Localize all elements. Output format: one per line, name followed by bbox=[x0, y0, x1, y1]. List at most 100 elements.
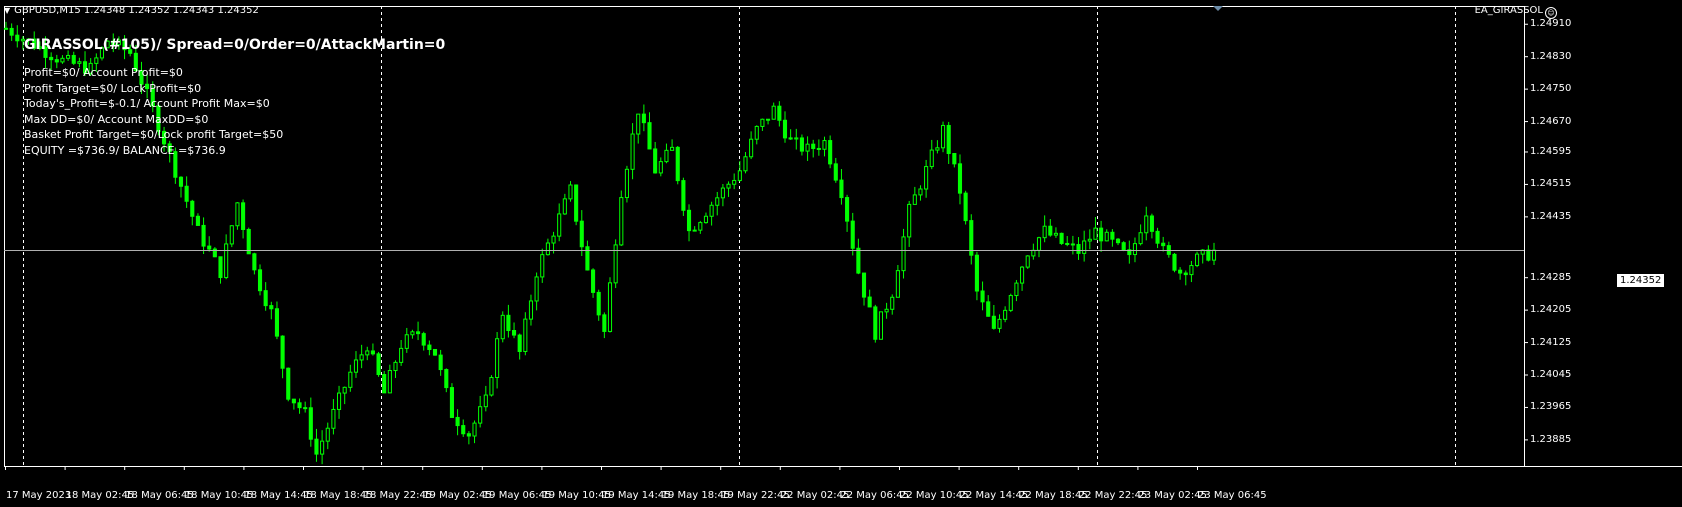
candle-body bbox=[822, 140, 827, 150]
candle-body bbox=[1031, 249, 1036, 257]
candle-body bbox=[924, 166, 929, 190]
time-axis-label: 18 May 14:45 bbox=[244, 490, 313, 501]
dropdown-triangle-icon[interactable]: ▼ bbox=[4, 6, 10, 15]
candle-body bbox=[9, 27, 14, 36]
expert-advisor-label[interactable]: EA_GIRASSOL ☺ bbox=[1475, 5, 1557, 19]
candle-body bbox=[449, 387, 454, 418]
time-axis-label: 17 May 2023 bbox=[6, 490, 72, 501]
candle-body bbox=[636, 113, 641, 135]
candle-body bbox=[878, 311, 884, 340]
candle-body bbox=[1014, 282, 1019, 297]
time-axis-label: 22 May 06:45 bbox=[840, 490, 909, 501]
candle-body bbox=[472, 422, 477, 437]
candle-body bbox=[320, 440, 325, 455]
symbol-header: ▼ GBPUSD,M15 1.24348 1.24352 1.24343 1.24… bbox=[4, 5, 259, 16]
candle-body bbox=[291, 398, 296, 404]
candle-body bbox=[1076, 244, 1081, 254]
candle-body bbox=[737, 170, 742, 181]
candle-body bbox=[1211, 249, 1217, 261]
candle-body bbox=[235, 202, 240, 227]
info-panel: Profit=$0/ Account Profit=$0 Profit Targ… bbox=[24, 65, 283, 158]
price-axis-label: 1.23885 bbox=[1530, 433, 1572, 445]
current-price-label: 1.24352 bbox=[1617, 274, 1665, 287]
candle-body bbox=[54, 59, 59, 63]
candle-body bbox=[602, 314, 607, 332]
candle-body bbox=[1144, 215, 1149, 234]
candle-body bbox=[207, 245, 212, 250]
price-axis-label: 1.24125 bbox=[1530, 336, 1572, 348]
candle-body bbox=[511, 330, 517, 336]
candle-body bbox=[1070, 243, 1075, 246]
candle-body bbox=[788, 137, 793, 140]
candle-body bbox=[77, 61, 82, 64]
info-line-todays-profit: Today's_Profit=$-0.1/ Account Profit Max… bbox=[24, 97, 270, 110]
candle-body bbox=[624, 168, 629, 199]
time-axis-label: 18 May 02:45 bbox=[65, 490, 135, 501]
candle-body bbox=[997, 318, 1002, 329]
candle-body bbox=[766, 118, 771, 121]
candle-body bbox=[912, 194, 917, 205]
price-axis-label: 1.24595 bbox=[1530, 145, 1572, 157]
candle-body bbox=[545, 242, 550, 256]
candle-body bbox=[1206, 249, 1211, 261]
candle-body bbox=[856, 247, 861, 274]
candle-body bbox=[1115, 238, 1121, 244]
candle-body bbox=[49, 56, 54, 61]
candle-body bbox=[591, 269, 596, 293]
time-axis-label: 19 May 06:45 bbox=[482, 490, 552, 501]
candle-body bbox=[523, 318, 528, 352]
candle-body bbox=[952, 153, 957, 165]
candle-body bbox=[709, 204, 714, 217]
candle-body bbox=[1093, 227, 1098, 240]
info-line-equity: EQUITY =$736.9/ BALANCE =$736.9 bbox=[24, 143, 226, 157]
candle-body bbox=[528, 300, 534, 320]
candle-body bbox=[884, 308, 889, 313]
time-axis-label: 19 May 22:45 bbox=[721, 490, 790, 501]
candle-body bbox=[1008, 295, 1013, 311]
candle-body bbox=[1161, 242, 1166, 247]
candle-body bbox=[771, 105, 776, 120]
candle-body bbox=[1003, 309, 1008, 320]
candle-body bbox=[1121, 242, 1126, 251]
candle-body bbox=[901, 236, 906, 272]
candle-body bbox=[980, 290, 985, 303]
time-axis-label: 22 May 02:45 bbox=[780, 490, 850, 501]
time-axis-label: 18 May 06:45 bbox=[125, 490, 194, 501]
candle-body bbox=[71, 54, 76, 64]
time-axis-label: 22 May 14:45 bbox=[959, 490, 1029, 501]
candle-body bbox=[382, 374, 387, 394]
candle-body bbox=[1036, 237, 1042, 251]
candle-body bbox=[1048, 225, 1053, 236]
candle-body bbox=[749, 138, 754, 158]
info-line-basket-target: Basket Profit Target=$0/Lock profit Targ… bbox=[24, 128, 284, 141]
chart-window[interactable]: ▼ GBPUSD,M15 1.24348 1.24352 1.24343 1.24… bbox=[0, 0, 1682, 507]
price-axis-label: 1.24750 bbox=[1530, 83, 1572, 95]
price-axis-label: 1.24670 bbox=[1530, 115, 1572, 127]
candle-body bbox=[664, 149, 669, 163]
candle-body bbox=[483, 394, 488, 408]
candle-body bbox=[1155, 230, 1160, 244]
price-axis-label: 1.24435 bbox=[1530, 210, 1572, 222]
candle-body bbox=[720, 187, 725, 199]
candle-body bbox=[1189, 265, 1194, 276]
candle-body bbox=[1053, 232, 1058, 236]
candle-body bbox=[438, 354, 443, 371]
candle-body bbox=[551, 235, 556, 244]
candle-body bbox=[1042, 225, 1047, 239]
candle-body bbox=[794, 137, 799, 140]
time-axis-label: 18 May 18:45 bbox=[304, 490, 373, 501]
candle-body bbox=[421, 333, 426, 346]
candle-body bbox=[399, 347, 404, 363]
price-axis-label: 1.24830 bbox=[1530, 50, 1572, 62]
candle-body bbox=[495, 338, 500, 379]
candle-body bbox=[353, 359, 359, 373]
candle-body bbox=[929, 149, 934, 168]
time-axis-label: 19 May 18:45 bbox=[661, 490, 731, 501]
info-line-profit: Profit=$0/ Account Profit=$0 bbox=[24, 66, 183, 79]
candle-body bbox=[455, 416, 460, 427]
candle-body bbox=[935, 147, 940, 151]
candle-body bbox=[596, 291, 601, 316]
candle-body bbox=[839, 179, 844, 199]
candle-body bbox=[782, 119, 788, 139]
time-axis-label: 22 May 18:45 bbox=[1019, 490, 1088, 501]
